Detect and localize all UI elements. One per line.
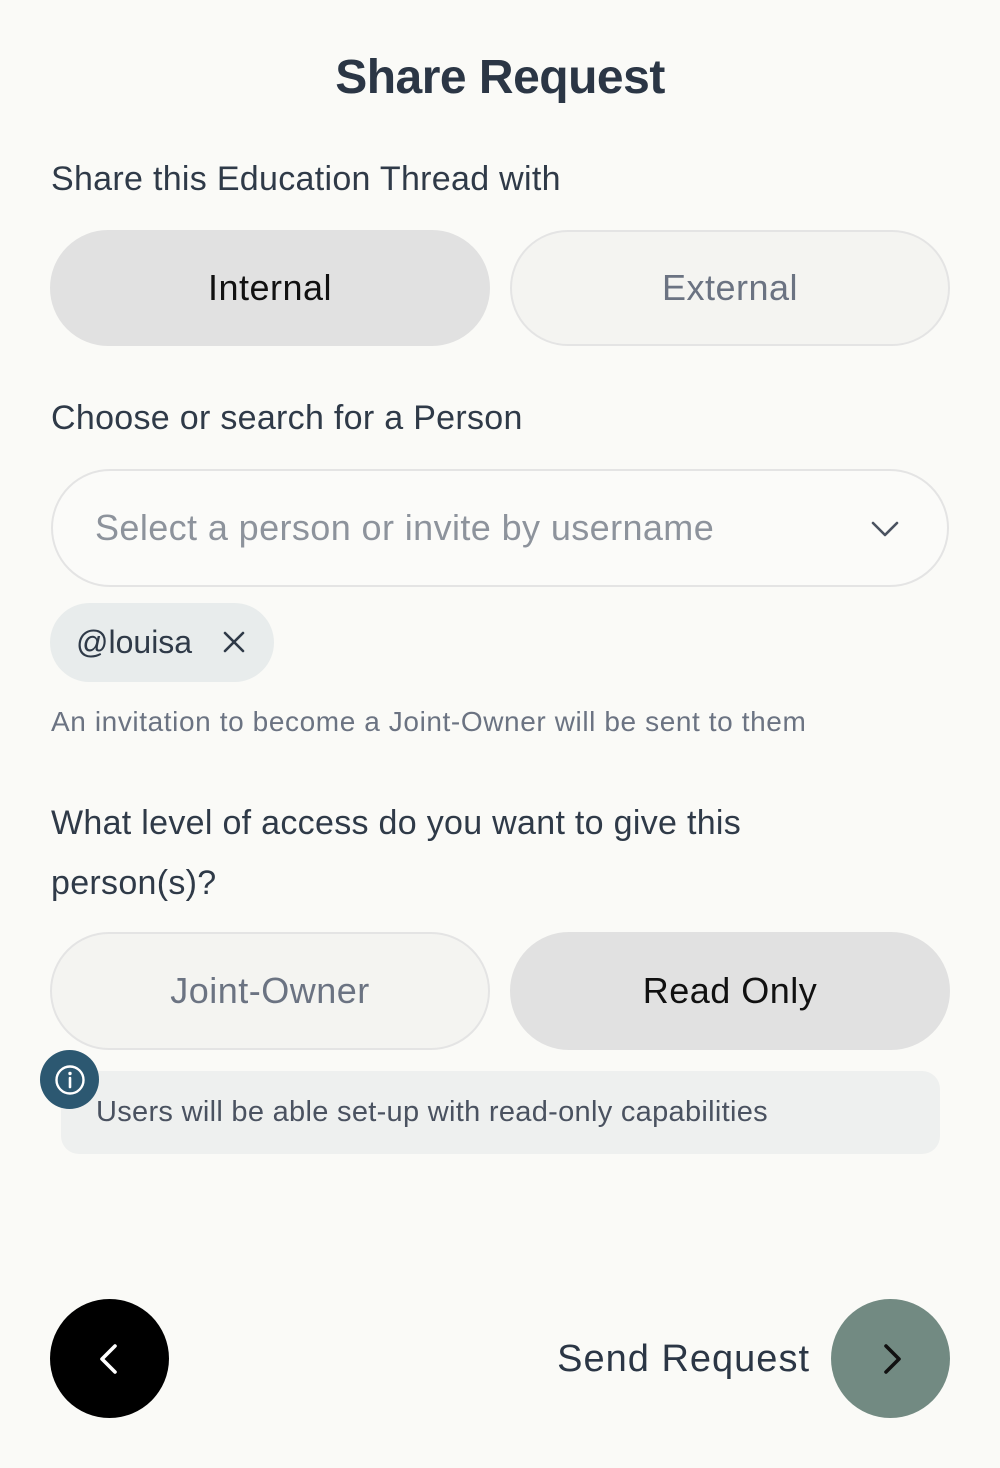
access-question: What level of access do you want to give… <box>51 804 742 902</box>
send-request-label[interactable]: Send Request <box>557 1338 810 1381</box>
read-only-option-button[interactable]: Read Only <box>510 932 950 1050</box>
external-option-button[interactable]: External <box>510 230 950 346</box>
chevron-down-icon <box>871 521 899 537</box>
person-select-placeholder: Select a person or invite by username <box>95 507 715 548</box>
chevron-left-icon <box>99 1343 117 1374</box>
page-title: Share Request <box>335 51 665 104</box>
chip-label: @louisa <box>76 624 193 660</box>
send-request-button[interactable] <box>831 1299 950 1418</box>
share-with-label: Share this Education Thread with <box>51 160 561 198</box>
internal-option-button[interactable]: Internal <box>50 230 490 346</box>
chevron-right-icon <box>883 1343 901 1374</box>
person-label: Choose or search for a Person <box>51 399 523 437</box>
access-info-box: Users will be able set-up with read-only… <box>61 1071 940 1154</box>
invitation-helper-text: An invitation to become a Joint-Owner wi… <box>51 706 807 737</box>
back-button[interactable] <box>50 1299 169 1418</box>
access-info-text: Users will be able set-up with read-only… <box>96 1096 768 1128</box>
person-select[interactable]: Select a person or invite by username <box>51 469 949 587</box>
info-icon <box>40 1050 99 1109</box>
joint-owner-option-button[interactable]: Joint-Owner <box>50 932 490 1050</box>
selected-person-chip: @louisa <box>50 603 274 682</box>
close-icon[interactable] <box>222 630 246 654</box>
